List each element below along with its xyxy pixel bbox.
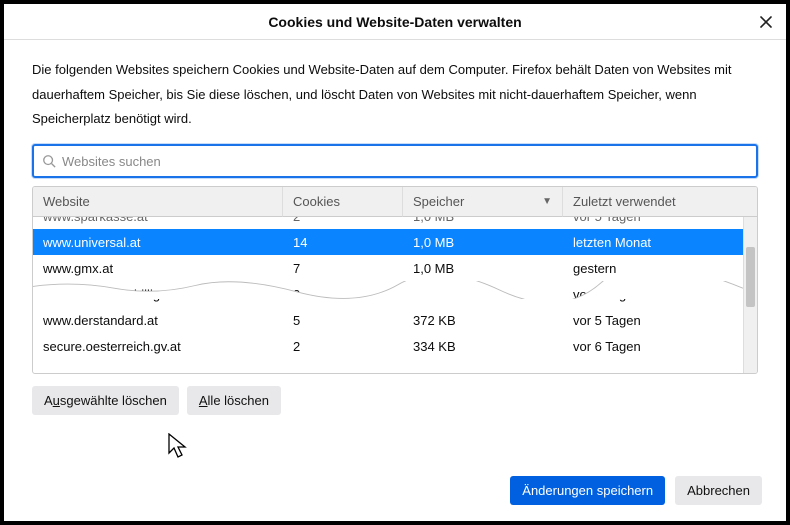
cell-last: vor 5 Tagen	[563, 217, 743, 229]
cell-site: www.gmx.at	[33, 255, 283, 281]
cell-cookies: 0	[283, 281, 403, 307]
cell-cookies: 2	[283, 333, 403, 359]
col-website[interactable]: Website	[33, 187, 283, 217]
btn-text: A	[44, 393, 53, 408]
cell-site: www.universal.at	[33, 229, 283, 255]
cell-storage: 1,0 MB	[403, 255, 563, 281]
cell-site: www.derstandard.at	[33, 307, 283, 333]
col-cookies[interactable]: Cookies	[283, 187, 403, 217]
cell-site: www.sparkasse.at	[33, 217, 283, 229]
col-storage[interactable]: Speicher ▼	[403, 187, 563, 217]
cell-storage: 372 KB	[403, 307, 563, 333]
col-website-label: Website	[43, 194, 90, 209]
sites-table: Website Cookies Speicher ▼ Zuletzt verwen…	[32, 186, 758, 374]
close-button[interactable]	[756, 12, 776, 32]
cell-cookies: 2	[283, 217, 403, 229]
btn-text: sgewählte löschen	[60, 393, 167, 408]
table-header: Website Cookies Speicher ▼ Zuletzt verwen…	[33, 187, 757, 217]
cell-storage: 334 KB	[403, 333, 563, 359]
cancel-button[interactable]: Abbrechen	[675, 476, 762, 505]
table-row[interactable]: www.universal.at141,0 MBletzten Monat	[33, 229, 743, 255]
search-field[interactable]	[32, 144, 758, 178]
close-icon	[759, 15, 773, 29]
dialog-description: Die folgenden Websites speichern Cookies…	[32, 58, 758, 132]
search-icon	[42, 154, 56, 168]
cell-cookies: 7	[283, 255, 403, 281]
cell-site: secure.oesterreich.gv.at	[33, 333, 283, 359]
remove-all-button[interactable]: Alle löschen	[187, 386, 281, 415]
dialog-title: Cookies und Website-Daten verwalten	[268, 14, 521, 30]
btn-text: lle löschen	[208, 393, 269, 408]
table-row[interactable]: www.notebooksbilliger.de0923 KBvor 3 Tag…	[33, 281, 743, 307]
cell-last: letzten Monat	[563, 229, 743, 255]
btn-mnemonic: u	[53, 393, 60, 408]
cell-storage: 923 KB	[403, 281, 563, 307]
col-storage-label: Speicher	[413, 194, 464, 209]
scrollbar[interactable]	[743, 217, 757, 373]
mouse-cursor-icon	[168, 433, 190, 461]
cell-cookies: 5	[283, 307, 403, 333]
table-row[interactable]: www.sparkasse.at21,0 MBvor 5 Tagen	[33, 217, 743, 229]
table-row[interactable]: www.derstandard.at5372 KBvor 5 Tagen	[33, 307, 743, 333]
col-last-label: Zuletzt verwendet	[573, 194, 676, 209]
col-last-used[interactable]: Zuletzt verwendet	[563, 187, 757, 217]
btn-mnemonic: A	[199, 393, 208, 408]
cell-storage: 1,0 MB	[403, 217, 563, 229]
table-row[interactable]: secure.oesterreich.gv.at2334 KBvor 6 Tag…	[33, 333, 743, 359]
cell-last: vor 5 Tagen	[563, 307, 743, 333]
table-row[interactable]: www.gmx.at71,0 MBgestern	[33, 255, 743, 281]
cell-last: vor 6 Tagen	[563, 333, 743, 359]
cell-site: www.notebooksbilliger.de	[33, 281, 283, 307]
sort-desc-icon: ▼	[542, 196, 552, 207]
cell-last: vor 3 Tagen	[563, 281, 743, 307]
cell-last: gestern	[563, 255, 743, 281]
col-cookies-label: Cookies	[293, 194, 340, 209]
save-changes-button[interactable]: Änderungen speichern	[510, 476, 665, 505]
cell-storage: 1,0 MB	[403, 229, 563, 255]
cell-cookies: 14	[283, 229, 403, 255]
remove-selected-button[interactable]: Ausgewählte löschen	[32, 386, 179, 415]
search-input[interactable]	[62, 154, 748, 169]
